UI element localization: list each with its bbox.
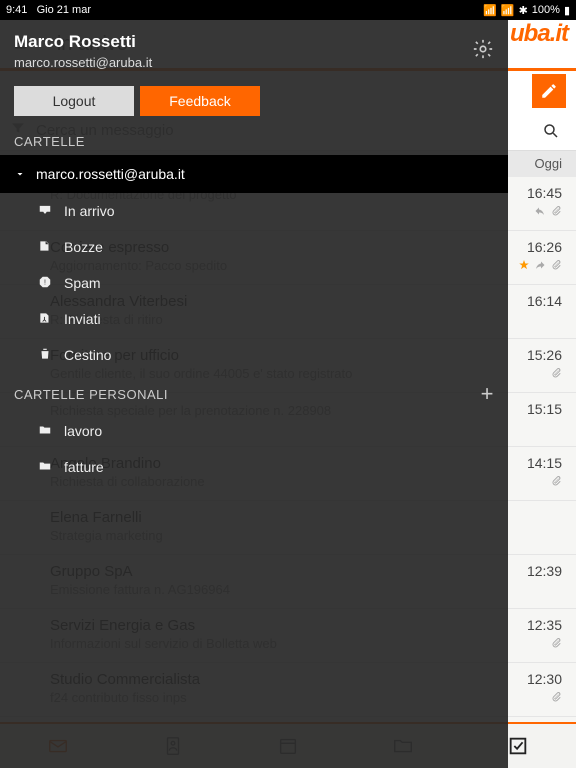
folder-label: In arrivo (64, 203, 115, 219)
folder-label: Inviati (64, 311, 101, 327)
folder-item[interactable]: In arrivo (0, 193, 508, 229)
wifi-icon: 📶 (501, 4, 515, 17)
message-meta (550, 637, 562, 649)
message-time: 16:26 (527, 239, 562, 255)
feedback-button[interactable]: Feedback (140, 86, 260, 116)
sent-icon (38, 311, 52, 328)
message-time: 14:15 (527, 455, 562, 471)
battery-icon: ▮ (564, 4, 570, 17)
gear-icon (472, 38, 494, 60)
search-icon (542, 122, 560, 140)
battery-pct: 100% (532, 4, 560, 16)
message-time: 12:39 (527, 563, 562, 579)
folder-item[interactable]: Inviati (0, 301, 508, 337)
status-bar: 9:41 Gio 21 mar 📶 📶 ✱ 100% ▮ (0, 0, 576, 20)
account-email: marco.rossetti@aruba.it (36, 166, 185, 182)
message-time: 15:15 (527, 401, 562, 417)
date: Gio 21 mar (37, 4, 91, 16)
folder-label: lavoro (64, 423, 102, 439)
compose-button[interactable] (532, 74, 566, 108)
svg-text:!: ! (44, 279, 46, 286)
spam-icon: ! (38, 275, 52, 292)
folder-item[interactable]: Cestino (0, 337, 508, 373)
folder-label: Cestino (64, 347, 111, 363)
message-time: 15:26 (527, 347, 562, 363)
pencil-icon (540, 82, 558, 100)
message-meta (550, 367, 562, 379)
clock: 9:41 (6, 4, 27, 16)
personal-folder-item[interactable]: lavoro (0, 413, 508, 449)
search-button[interactable] (536, 116, 566, 146)
message-time: 12:30 (527, 671, 562, 687)
folder-item[interactable]: ! Spam (0, 265, 508, 301)
signal-icon: 📶 (483, 4, 497, 17)
message-meta (518, 259, 562, 271)
account-row[interactable]: marco.rossetti@aruba.it (0, 155, 508, 193)
message-time: 12:35 (527, 617, 562, 633)
check-icon (507, 735, 529, 757)
folder-label: fatture (64, 459, 104, 475)
user-name: Marco Rossetti (14, 32, 494, 52)
section-personal: CARTELLE PERSONALI + (0, 373, 508, 413)
folder-icon (38, 423, 52, 440)
add-folder-button[interactable]: + (481, 381, 494, 407)
button-row: Logout Feedback (0, 76, 508, 126)
trash-icon (38, 347, 52, 364)
panel-header: Marco Rossetti marco.rossetti@aruba.it (0, 20, 508, 76)
folder-icon (38, 459, 52, 476)
inbox-icon (38, 203, 52, 220)
user-email: marco.rossetti@aruba.it (14, 55, 494, 70)
sidebar-panel: Marco Rossetti marco.rossetti@aruba.it L… (0, 20, 508, 768)
message-meta (534, 205, 562, 217)
personal-folder-item[interactable]: fatture (0, 449, 508, 485)
brand-logo: uba.it (510, 20, 568, 48)
folder-label: Spam (64, 275, 101, 291)
message-time: 16:45 (527, 185, 562, 201)
settings-button[interactable] (472, 38, 494, 63)
bluetooth-icon: ✱ (519, 4, 528, 17)
folder-label: Bozze (64, 239, 103, 255)
chevron-down-icon (14, 168, 26, 180)
draft-icon (38, 239, 52, 256)
message-meta (550, 475, 562, 487)
message-meta (550, 691, 562, 703)
status-icons: 📶 📶 ✱ 100% ▮ (483, 4, 570, 17)
logout-button[interactable]: Logout (14, 86, 134, 116)
section-folders: CARTELLE (0, 126, 508, 155)
message-time: 16:14 (527, 293, 562, 309)
folder-item[interactable]: Bozze (0, 229, 508, 265)
